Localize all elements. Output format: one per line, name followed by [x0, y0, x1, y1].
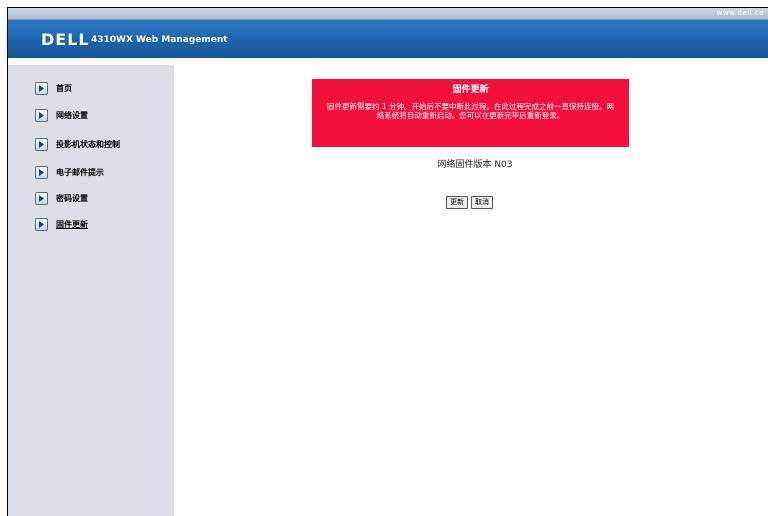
app-title: 4310WX Web Management [91, 35, 228, 45]
sidebar-item-password[interactable]: 密码设置 [35, 189, 88, 207]
sidebar-item-firmware-update[interactable]: 固件更新 [35, 215, 88, 233]
sidebar-item-email-alert[interactable]: 电子邮件提示 [35, 163, 104, 181]
sidebar: 首页 网络设置 投影机状态和控制 电子邮件提示 密码设置 固件更新 [8, 65, 174, 516]
header-divider [8, 58, 768, 65]
cancel-button[interactable]: 取消 [471, 196, 493, 209]
arrow-right-icon [35, 81, 48, 95]
arrow-right-icon [35, 165, 48, 179]
firmware-version: 网络固件版本 N03 [437, 160, 513, 170]
sidebar-item-label: 网络设置 [56, 110, 88, 120]
main-content: 固件更新 固件更新需要约 1 分钟。开始后不要中断此过程。在此过程完成之前一直保… [174, 65, 768, 516]
button-group: 更新 取消 [446, 196, 493, 209]
sidebar-item-label: 固件更新 [56, 219, 88, 229]
warning-banner: 固件更新 固件更新需要约 1 分钟。开始后不要中断此过程。在此过程完成之前一直保… [312, 79, 629, 147]
arrow-right-icon [35, 217, 48, 231]
warning-message: 固件更新需要约 1 分钟。开始后不要中断此过程。在此过程完成之前一直保持连接。网… [326, 102, 615, 120]
header-banner: DELL 4310WX Web Management [8, 20, 768, 58]
sidebar-item-label: 密码设置 [56, 193, 88, 203]
sidebar-item-label: 首页 [56, 83, 72, 93]
sidebar-item-home[interactable]: 首页 [35, 79, 72, 97]
sidebar-item-network-settings[interactable]: 网络设置 [35, 106, 88, 124]
update-button[interactable]: 更新 [446, 196, 468, 209]
site-url: www.dell.co [716, 9, 764, 17]
browser-frame: www.dell.co DELL 4310WX Web Management 首… [7, 7, 768, 516]
sidebar-item-label: 投影机状态和控制 [56, 139, 120, 149]
dell-logo: DELL [41, 30, 90, 49]
top-bar: www.dell.co [8, 8, 768, 20]
arrow-right-icon [35, 137, 48, 151]
arrow-right-icon [35, 191, 48, 205]
sidebar-item-projector-status[interactable]: 投影机状态和控制 [35, 135, 120, 153]
arrow-right-icon [35, 108, 48, 122]
sidebar-item-label: 电子邮件提示 [56, 167, 104, 177]
warning-title: 固件更新 [452, 85, 489, 95]
